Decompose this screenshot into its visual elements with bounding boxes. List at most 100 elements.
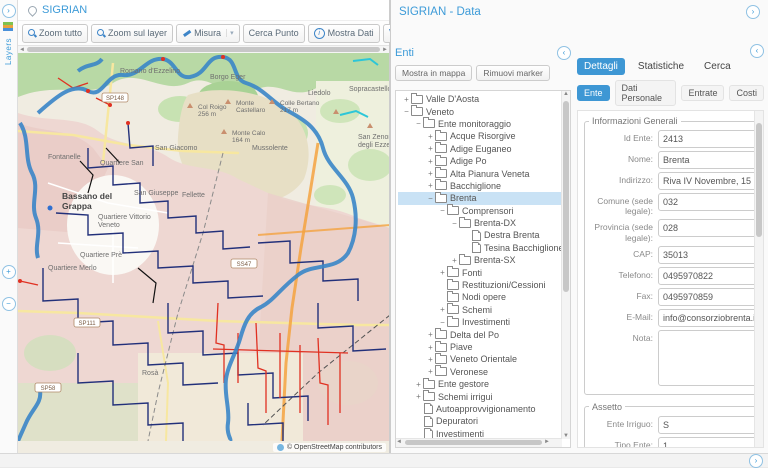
tree-item-ente-gestore[interactable]: +Ente gestore bbox=[398, 378, 562, 390]
toolbar-button-mostra-dati[interactable]: iMostra Dati bbox=[308, 24, 380, 43]
collapse-icon[interactable]: − bbox=[450, 219, 459, 228]
map-zoom-in-icon[interactable]: + bbox=[2, 265, 16, 279]
tree-item-bacchiglione[interactable]: +Bacchiglione bbox=[398, 180, 562, 192]
layers-icon[interactable] bbox=[3, 22, 14, 32]
toolbar-button-zoom-sul-layer[interactable]: Zoom sul layer bbox=[91, 24, 173, 43]
field-provincia-sede-legale[interactable] bbox=[658, 219, 754, 237]
tab-entrate[interactable]: Entrate bbox=[681, 85, 724, 101]
collapse-icon[interactable]: − bbox=[426, 194, 435, 203]
expand-icon[interactable]: + bbox=[426, 355, 435, 364]
tree-item-investimenti[interactable]: −Investimenti bbox=[398, 316, 562, 328]
tree-item-veneto[interactable]: −Veneto bbox=[398, 105, 562, 117]
tab-ente[interactable]: Ente bbox=[577, 85, 610, 101]
rimuovi-marker-button[interactable]: Rimuovi marker bbox=[476, 65, 550, 81]
field-ente-irriguo[interactable] bbox=[658, 416, 754, 434]
field-tipo-ente[interactable] bbox=[658, 437, 754, 447]
field-telefono[interactable] bbox=[658, 267, 754, 285]
expand-icon[interactable]: + bbox=[426, 169, 435, 178]
field-id-ente[interactable] bbox=[658, 130, 754, 148]
tree-item-valle-d-aosta[interactable]: +Valle D'Aosta bbox=[398, 93, 562, 105]
tab-statistiche[interactable]: Statistiche bbox=[631, 58, 691, 75]
scroll-right-icon[interactable]: ► bbox=[544, 439, 550, 445]
expand-icon[interactable]: + bbox=[426, 181, 435, 190]
tree-item-schemi[interactable]: +Schemi bbox=[398, 304, 562, 316]
tab-costi[interactable]: Costi bbox=[729, 85, 764, 101]
tree-vertical-scrollbar[interactable]: ▲ ▼ bbox=[561, 91, 570, 439]
map-canvas[interactable]: Romano d'EzzelinoBorgo EgerLiedoloSoprac… bbox=[18, 53, 389, 454]
tree-item-ente-monitoraggio[interactable]: −Ente monitoraggio bbox=[398, 118, 562, 130]
tree-item-fonti[interactable]: +Fonti bbox=[398, 266, 562, 278]
sidebar-collapse-icon[interactable]: › bbox=[2, 4, 16, 18]
scroll-right-icon[interactable]: ► bbox=[381, 46, 389, 53]
expand-icon[interactable]: + bbox=[450, 256, 459, 265]
tree-item-depuratori[interactable]: Depuratori bbox=[398, 415, 562, 427]
expand-icon[interactable]: + bbox=[426, 157, 435, 166]
tab-cerca[interactable]: Cerca bbox=[697, 58, 738, 75]
tree-item-schemi-irrigui[interactable]: +Schemi irrigui bbox=[398, 390, 562, 402]
data-panel-collapse-icon[interactable]: › bbox=[746, 5, 760, 19]
tab-dati-personale[interactable]: Dati Personale bbox=[615, 80, 677, 106]
tree-item-veronese[interactable]: +Veronese bbox=[398, 366, 562, 378]
toolbar-button-cerca-punto[interactable]: Cerca Punto bbox=[243, 24, 305, 43]
expand-icon[interactable]: + bbox=[426, 343, 435, 352]
details-collapse-icon[interactable]: ‹ bbox=[750, 44, 764, 58]
scroll-down-icon[interactable]: ▼ bbox=[562, 433, 570, 439]
section-assetto: AssettoEnte Irriguo:Tipo Ente:Superficie… bbox=[584, 402, 754, 447]
expand-icon[interactable]: + bbox=[426, 330, 435, 339]
tree-horizontal-scrollbar[interactable]: ◄ ► bbox=[396, 438, 562, 447]
chevron-down-icon[interactable]: ▾ bbox=[226, 29, 234, 37]
field-cap[interactable] bbox=[658, 246, 754, 264]
enti-collapse-icon[interactable]: ‹ bbox=[557, 46, 571, 60]
footer-expand-icon[interactable]: › bbox=[749, 454, 763, 468]
tree-item-adige-po[interactable]: +Adige Po bbox=[398, 155, 562, 167]
layers-tab-label[interactable]: Layers bbox=[4, 38, 13, 65]
expand-icon[interactable]: + bbox=[438, 268, 447, 277]
field-e-mail[interactable] bbox=[658, 309, 754, 327]
collapse-icon[interactable]: − bbox=[438, 318, 447, 327]
expand-icon[interactable]: + bbox=[426, 144, 435, 153]
tree-item-comprensori[interactable]: −Comprensori bbox=[398, 205, 562, 217]
expand-icon[interactable]: + bbox=[438, 305, 447, 314]
scrollbar-thumb[interactable] bbox=[27, 47, 380, 52]
tree-item-veneto-orientale[interactable]: +Veneto Orientale bbox=[398, 353, 562, 365]
expand-icon[interactable]: + bbox=[426, 367, 435, 376]
collapse-icon[interactable]: − bbox=[414, 119, 423, 128]
scrollbar-thumb[interactable] bbox=[405, 440, 542, 445]
tree-item-tesina-bacchiglione[interactable]: Tesina Bacchiglione bbox=[398, 242, 562, 254]
map-label: 164 m bbox=[232, 137, 250, 144]
mostra-in-mappa-button[interactable]: Mostra in mappa bbox=[395, 65, 472, 81]
expand-icon[interactable]: + bbox=[414, 392, 423, 401]
tree-item-piave[interactable]: +Piave bbox=[398, 341, 562, 353]
collapse-icon[interactable]: − bbox=[438, 206, 447, 215]
scroll-left-icon[interactable]: ◄ bbox=[18, 46, 26, 53]
toolbar-button-zoom-tutto[interactable]: Zoom tutto bbox=[22, 24, 88, 43]
tree-item-adige-euganeo[interactable]: +Adige Euganeo bbox=[398, 143, 562, 155]
field-nota[interactable] bbox=[658, 330, 754, 386]
tree-item-brenta-dx[interactable]: −Brenta-DX bbox=[398, 217, 562, 229]
scrollbar-thumb[interactable] bbox=[756, 123, 762, 237]
expand-icon[interactable]: + bbox=[426, 132, 435, 141]
scrollbar-thumb[interactable] bbox=[563, 101, 569, 292]
expand-icon[interactable]: + bbox=[414, 380, 423, 389]
tab-dettagli[interactable]: Dettagli bbox=[577, 58, 625, 75]
form-vertical-scrollbar[interactable] bbox=[754, 111, 763, 447]
collapse-icon[interactable]: − bbox=[402, 107, 411, 116]
tree-item-brenta[interactable]: −Brenta bbox=[398, 192, 562, 204]
expand-icon[interactable]: + bbox=[402, 95, 411, 104]
toolbar-button-misura[interactable]: Misura▾ bbox=[176, 24, 240, 43]
tree-item-delta-del-po[interactable]: +Delta del Po bbox=[398, 328, 562, 340]
tree-item-autoapprovvigionamento[interactable]: Autoapprovvigionamento bbox=[398, 403, 562, 415]
field-comune-sede-legale[interactable] bbox=[658, 193, 754, 211]
tree-item-restituzioni-cessioni[interactable]: Restituzioni/Cessioni bbox=[398, 279, 562, 291]
field-indirizzo[interactable] bbox=[658, 172, 754, 190]
tree-item-nodi-opere[interactable]: Nodi opere bbox=[398, 291, 562, 303]
field-nome[interactable] bbox=[658, 151, 754, 169]
map-zoom-out-icon[interactable]: − bbox=[2, 297, 16, 311]
tree-item-acque-risorgive[interactable]: +Acque Risorgive bbox=[398, 130, 562, 142]
scroll-up-icon[interactable]: ▲ bbox=[562, 91, 570, 97]
tree-item-brenta-sx[interactable]: +Brenta-SX bbox=[398, 254, 562, 266]
tree-item-destra-brenta[interactable]: Destra Brenta bbox=[398, 229, 562, 241]
field-fax[interactable] bbox=[658, 288, 754, 306]
tree-item-alta-pianura-veneta[interactable]: +Alta Pianura Veneta bbox=[398, 167, 562, 179]
scroll-left-icon[interactable]: ◄ bbox=[396, 439, 402, 445]
